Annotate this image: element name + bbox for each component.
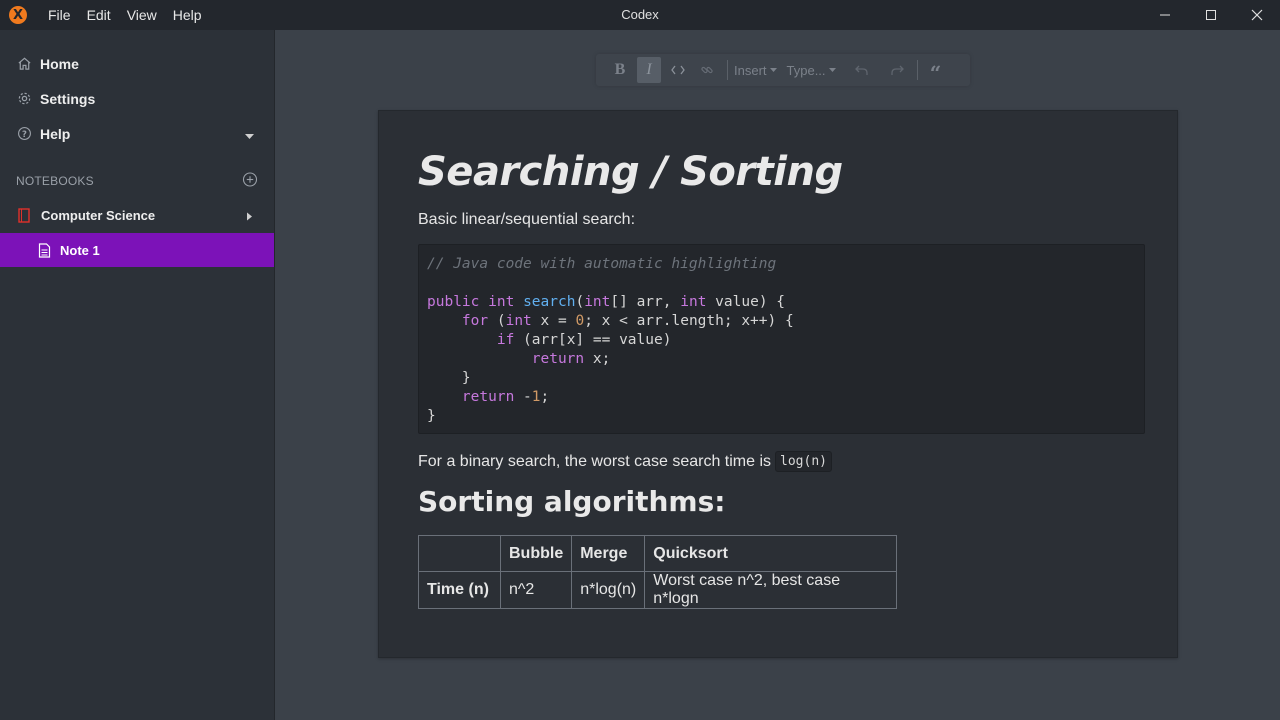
document-icon <box>36 242 52 258</box>
close-icon <box>1251 9 1263 21</box>
sidebar-item-note[interactable]: Note 1 <box>0 233 274 267</box>
inline-code: log(n) <box>775 451 832 472</box>
undo-icon <box>854 65 868 75</box>
menu-help[interactable]: Help <box>165 7 210 23</box>
sidebar: Home Settings ? Help NOTEBOOKS Computer … <box>0 30 275 720</box>
table-header-cell[interactable] <box>418 535 501 572</box>
undo-button[interactable] <box>850 57 874 83</box>
maximize-button[interactable] <box>1188 0 1234 30</box>
table-header-row: Bubble Merge Quicksort <box>418 535 898 572</box>
sidebar-item-label: Home <box>40 55 79 72</box>
editor-toolbar: B I Insert Type... “ <box>596 54 970 86</box>
section-heading[interactable]: Sorting algorithms: <box>418 485 725 518</box>
code-icon <box>671 65 685 75</box>
chevron-down-icon <box>769 68 777 72</box>
sidebar-item-label: Help <box>40 125 71 142</box>
sorting-table[interactable]: Bubble Merge Quicksort Time (n) n^2 n*lo… <box>418 535 898 609</box>
code-comment: // Java code with automatic highlighting <box>427 256 777 272</box>
minimize-icon <box>1160 14 1170 16</box>
code-button[interactable] <box>666 57 690 83</box>
type-label: Type... <box>786 62 826 78</box>
paragraph-text: For a binary search, the worst case sear… <box>418 452 772 470</box>
sidebar-item-help[interactable]: ? Help <box>0 116 274 151</box>
menu-file[interactable]: File <box>40 7 79 23</box>
sidebar-item-notebook[interactable]: Computer Science <box>0 198 274 233</box>
notebook-icon <box>16 208 32 224</box>
menu-edit[interactable]: Edit <box>79 7 119 23</box>
title-bar: X File Edit View Help Codex <box>0 0 1280 30</box>
add-notebook-icon[interactable] <box>242 172 258 191</box>
type-dropdown[interactable]: Type... <box>787 63 836 78</box>
table-header-cell[interactable]: Merge <box>571 535 646 572</box>
table-cell[interactable]: n*log(n) <box>571 571 646 609</box>
italic-button[interactable]: I <box>637 57 661 83</box>
table-header-cell[interactable]: Bubble <box>499 535 573 572</box>
paragraph[interactable]: Basic linear/sequential search: <box>418 211 635 229</box>
link-button[interactable] <box>695 57 719 83</box>
paragraph[interactable]: For a binary search, the worst case sear… <box>418 451 832 472</box>
table-row-header[interactable]: Time (n) <box>418 571 501 609</box>
svg-text:?: ? <box>22 129 27 139</box>
table-cell[interactable]: n^2 <box>499 571 573 609</box>
code-block[interactable]: // Java code with automatic highlighting… <box>418 244 1145 434</box>
toolbar-divider <box>727 60 728 80</box>
quote-button[interactable]: “ <box>924 57 948 85</box>
sidebar-item-label: Settings <box>40 90 96 107</box>
home-icon <box>16 56 32 72</box>
gear-icon <box>16 91 32 107</box>
table-cell[interactable]: Worst case n^2, best case n*logn <box>644 571 898 609</box>
menu-view[interactable]: View <box>119 7 165 23</box>
notebooks-section-header: NOTEBOOKS <box>0 164 274 198</box>
sidebar-item-home[interactable]: Home <box>0 46 274 81</box>
chevron-down-icon <box>828 68 836 72</box>
minimize-button[interactable] <box>1142 0 1188 30</box>
chevron-down-icon[interactable] <box>245 126 254 142</box>
close-button[interactable] <box>1234 0 1280 30</box>
bold-button[interactable]: B <box>608 57 632 83</box>
insert-label: Insert <box>734 62 767 78</box>
question-circle-icon: ? <box>16 126 32 142</box>
insert-dropdown[interactable]: Insert <box>734 63 777 78</box>
sidebar-item-settings[interactable]: Settings <box>0 81 274 116</box>
maximize-icon <box>1206 10 1216 20</box>
table-header-cell[interactable]: Quicksort <box>644 535 898 572</box>
table-row: Time (n) n^2 n*log(n) Worst case n^2, be… <box>418 571 898 609</box>
section-label: NOTEBOOKS <box>16 174 94 188</box>
document-title[interactable]: Searching / Sorting <box>418 149 843 195</box>
notebook-label: Computer Science <box>41 208 156 223</box>
note-label: Note 1 <box>60 242 100 258</box>
toolbar-divider <box>916 60 918 80</box>
quote-icon: “ <box>929 61 942 85</box>
app-logo-icon: X <box>9 6 27 24</box>
redo-button[interactable] <box>885 57 909 83</box>
redo-icon <box>890 65 904 75</box>
window-controls <box>1142 0 1280 30</box>
chevron-right-icon[interactable] <box>247 208 252 223</box>
editor-page[interactable]: Searching / Sorting Basic linear/sequent… <box>378 110 1178 658</box>
link-icon <box>701 66 713 74</box>
